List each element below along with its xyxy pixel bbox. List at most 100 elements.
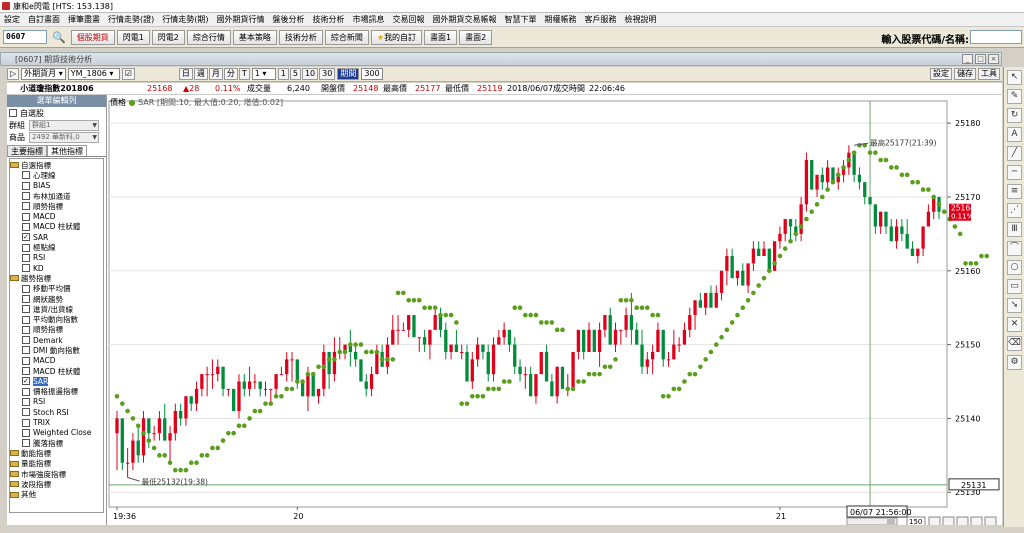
tree-item[interactable]: Weighted Close: [10, 428, 103, 438]
minimize-icon[interactable]: _: [962, 54, 973, 64]
tree-item[interactable]: 布林加通道: [10, 191, 103, 201]
toolbar-button[interactable]: 技術分析: [278, 29, 323, 45]
menu-item[interactable]: 行情走勢(期): [158, 14, 212, 25]
tree-item[interactable]: 網狀趨勢: [10, 294, 103, 304]
price-chart[interactable]: 25180251702516025150251402513019:3620212…: [107, 95, 1002, 525]
indicator-checkbox[interactable]: [22, 192, 30, 201]
tree-item[interactable]: ✓ SAR: [10, 376, 103, 386]
toolbar-button[interactable]: 個股期貨: [70, 29, 115, 45]
tree-item[interactable]: Demark: [10, 335, 103, 345]
indicator-checkbox[interactable]: [22, 212, 30, 221]
tree-item[interactable]: 平均動向指數: [10, 314, 103, 324]
indicator-checkbox[interactable]: [22, 336, 30, 345]
arrow-icon[interactable]: ➘: [1007, 298, 1022, 313]
tree-item[interactable]: DMI 動向指數: [10, 345, 103, 355]
menu-item[interactable]: 國外期貨交易帳報: [429, 14, 501, 25]
tree-item[interactable]: 移動平均價: [10, 284, 103, 294]
indicator-checkbox[interactable]: [22, 171, 30, 180]
refresh-icon[interactable]: ↻: [1007, 108, 1022, 123]
delete-icon[interactable]: ⌫: [1007, 336, 1022, 351]
chart-option-button[interactable]: 設定: [930, 68, 952, 80]
screen-button[interactable]: 畫面2: [459, 29, 493, 45]
horizontal-line-icon[interactable]: ─: [1007, 165, 1022, 180]
tree-folder[interactable]: 市場強度指標: [10, 469, 103, 479]
tree-folder[interactable]: 波段指標: [10, 479, 103, 489]
tree-item[interactable]: 進貨/出貨線: [10, 304, 103, 314]
fan-icon[interactable]: ⋰: [1007, 203, 1022, 218]
tree-item[interactable]: 順勢指標: [10, 201, 103, 211]
menu-item[interactable]: 智慧下單: [501, 14, 541, 25]
tree-item[interactable]: Stoch RSI: [10, 407, 103, 417]
tree-folder[interactable]: 動能指標: [10, 448, 103, 458]
indicator-checkbox[interactable]: [22, 367, 30, 376]
indicator-checkbox[interactable]: [22, 222, 30, 231]
menu-item[interactable]: 市場訊息: [349, 14, 389, 25]
gann-icon[interactable]: ✕: [1007, 317, 1022, 332]
tree-item[interactable]: RSI: [10, 253, 103, 263]
chart-option-button[interactable]: 儲存: [954, 68, 976, 80]
period-button[interactable]: 分: [223, 68, 238, 80]
indicator-checkbox[interactable]: [22, 387, 30, 396]
indicator-checkbox[interactable]: [22, 253, 30, 262]
trend-line-icon[interactable]: ╱: [1007, 146, 1022, 161]
period-button[interactable]: 日: [178, 68, 193, 80]
menu-item[interactable]: 盤後分析: [269, 14, 309, 25]
menu-item[interactable]: 自訂畫面: [24, 14, 64, 25]
tree-item[interactable]: MACD 柱狀體: [10, 222, 103, 232]
tree-item[interactable]: MACD 柱狀體: [10, 366, 103, 376]
self-select-checkbox[interactable]: [9, 109, 17, 117]
cursor-icon[interactable]: ↖: [1007, 70, 1022, 85]
tree-item[interactable]: KD: [10, 263, 103, 273]
tree-item[interactable]: 價格振盪指標: [10, 387, 103, 397]
maximize-icon[interactable]: □: [975, 54, 986, 64]
indicator-checkbox[interactable]: [22, 295, 30, 303]
tree-item[interactable]: 騰落指標: [10, 438, 103, 448]
tree-item[interactable]: 順勢指標: [10, 325, 103, 335]
indicator-checkbox[interactable]: ✓: [22, 377, 30, 386]
close-icon[interactable]: ×: [988, 54, 999, 64]
tree-folder[interactable]: 趨勢指標: [10, 273, 103, 283]
market-select[interactable]: 外期貨月 ▾: [21, 68, 66, 80]
text-icon[interactable]: A: [1007, 127, 1022, 142]
menu-item[interactable]: 期權帳務: [541, 14, 581, 25]
fibonacci-icon[interactable]: Ⅲ: [1007, 222, 1022, 237]
indicator-checkbox[interactable]: [22, 202, 30, 211]
settings-icon[interactable]: ⚙: [1007, 355, 1022, 370]
indicator-checkbox[interactable]: [22, 439, 30, 448]
tree-folder[interactable]: 其他: [10, 490, 103, 500]
indicator-checkbox[interactable]: [22, 356, 30, 365]
parallel-line-icon[interactable]: ≡: [1007, 184, 1022, 199]
indicator-checkbox[interactable]: [22, 428, 30, 437]
indicator-tab[interactable]: 其他指標: [47, 145, 87, 156]
tree-item[interactable]: 心理線: [10, 170, 103, 180]
stock-search-input[interactable]: [970, 30, 1022, 44]
interval-button[interactable]: 10: [301, 68, 319, 80]
tree-item[interactable]: BIAS: [10, 181, 103, 191]
tree-item[interactable]: RSI: [10, 397, 103, 407]
period-active-button[interactable]: 期間: [337, 68, 360, 80]
stock-code-input[interactable]: 0607: [3, 30, 47, 44]
symbol-select[interactable]: YM_1806 ▾: [67, 68, 120, 80]
menu-item[interactable]: 國外期貨行情: [213, 14, 269, 25]
toolbar-button[interactable]: 綜合行情: [186, 29, 231, 45]
indicator-checkbox[interactable]: [22, 181, 30, 190]
indicator-checkbox[interactable]: [22, 397, 30, 406]
toolbar-button[interactable]: 閃電2: [151, 29, 185, 45]
menu-item[interactable]: 揮筆盡畫: [64, 14, 104, 25]
menu-item[interactable]: 客戶服務: [581, 14, 621, 25]
toolbar-button[interactable]: 綜合新聞: [324, 29, 369, 45]
indicator-checkbox[interactable]: [22, 264, 30, 273]
interval-button[interactable]: 30: [319, 68, 336, 80]
interval-select[interactable]: 1 ▾: [251, 68, 276, 80]
indicator-checkbox[interactable]: [22, 305, 30, 314]
indicator-checkbox[interactable]: [22, 346, 30, 355]
interval-button[interactable]: 1: [277, 68, 289, 80]
tree-item[interactable]: ✓ SAR: [10, 232, 103, 242]
menu-item[interactable]: 設定: [0, 14, 24, 25]
indicator-checkbox[interactable]: [22, 315, 30, 324]
chart-option-button[interactable]: 工具: [978, 68, 1000, 80]
toolbar-button[interactable]: 閃電1: [116, 29, 150, 45]
screen-button[interactable]: 畫面1: [424, 29, 458, 45]
menu-item[interactable]: 技術分析: [309, 14, 349, 25]
favorite-button[interactable]: ★我的自訂: [370, 29, 423, 45]
